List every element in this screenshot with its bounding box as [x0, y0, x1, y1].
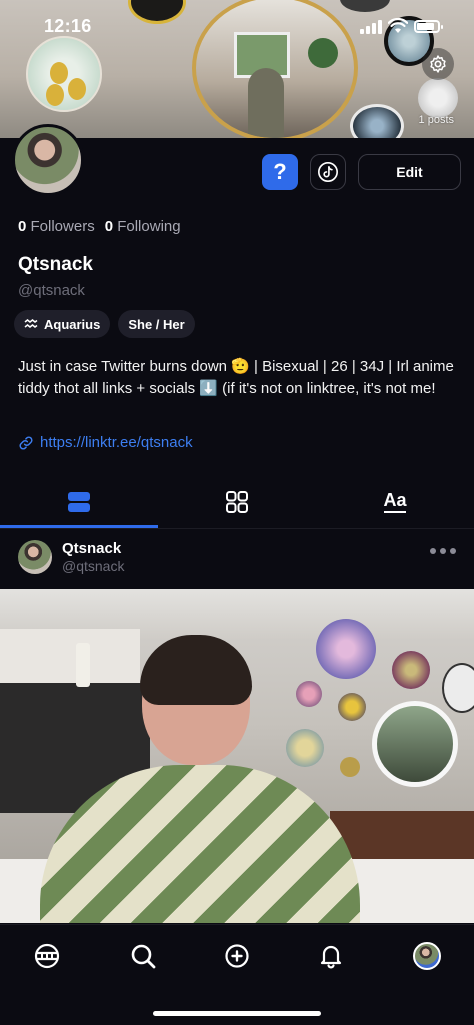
profile-avatar[interactable]	[12, 124, 84, 196]
profile-tabs: Aa	[0, 476, 474, 528]
tab-text-posts[interactable]: Aa	[316, 476, 474, 528]
pronouns-label: She / Her	[128, 316, 185, 332]
post-header: Qtsnack @qtsnack	[0, 534, 474, 588]
settings-gear-button[interactable]	[422, 48, 454, 80]
cellular-signal-icon	[360, 20, 382, 34]
battery-icon	[414, 20, 443, 33]
posts-count: 1 posts	[418, 114, 454, 126]
profile-tags: Aquarius She / Her	[14, 310, 195, 338]
question-button[interactable]: ?	[262, 154, 298, 190]
zodiac-pill[interactable]: Aquarius	[14, 310, 111, 338]
post-author-name[interactable]: Qtsnack	[62, 540, 121, 557]
post-image[interactable]	[0, 589, 474, 923]
post-author-handle: @qtsnack	[62, 558, 125, 574]
follow-counts: 0 Followers 0 Following	[18, 218, 181, 235]
tab-grid[interactable]	[158, 476, 316, 528]
more-options-icon[interactable]	[430, 548, 456, 554]
bottom-navigation	[0, 924, 474, 1025]
status-bar: 12:16	[0, 0, 474, 54]
pronouns-pill[interactable]: She / Her	[118, 310, 195, 338]
edit-profile-button[interactable]: Edit	[358, 154, 461, 190]
profile-link-text: https://linktr.ee/qtsnack	[40, 434, 193, 451]
followers-count[interactable]: 0 Followers	[18, 218, 95, 235]
nav-profile[interactable]	[412, 941, 442, 971]
zodiac-label: Aquarius	[44, 316, 101, 332]
profile-link[interactable]: https://linktr.ee/qtsnack	[18, 434, 193, 451]
gear-icon	[430, 55, 446, 73]
grid-icon	[226, 491, 248, 513]
tiktok-icon	[318, 162, 338, 182]
nav-notifications[interactable]	[316, 941, 346, 971]
tab-feed[interactable]	[0, 476, 158, 528]
profile-bio: Just in case Twitter burns down 🫡 | Bise…	[18, 358, 454, 397]
display-name: Qtsnack	[18, 254, 93, 275]
text-posts-icon: Aa	[383, 491, 407, 513]
profile-avatar	[413, 942, 441, 970]
home-indicator	[153, 1011, 321, 1016]
home-icon	[34, 943, 60, 969]
feed-list-icon	[68, 492, 90, 512]
following-count[interactable]: 0 Following	[105, 218, 181, 235]
status-time: 12:16	[44, 16, 92, 36]
link-icon	[19, 435, 33, 450]
search-icon	[131, 944, 156, 969]
wifi-icon	[388, 18, 408, 33]
nav-home[interactable]	[32, 941, 62, 971]
username-handle: @qtsnack	[18, 282, 85, 299]
nav-search[interactable]	[128, 941, 158, 971]
aquarius-icon	[24, 319, 38, 328]
notifications-icon	[320, 945, 342, 969]
nav-create[interactable]	[222, 941, 252, 971]
post-author-avatar[interactable]	[18, 540, 52, 574]
create-post-icon	[225, 944, 249, 968]
tiktok-link-button[interactable]	[310, 154, 346, 190]
